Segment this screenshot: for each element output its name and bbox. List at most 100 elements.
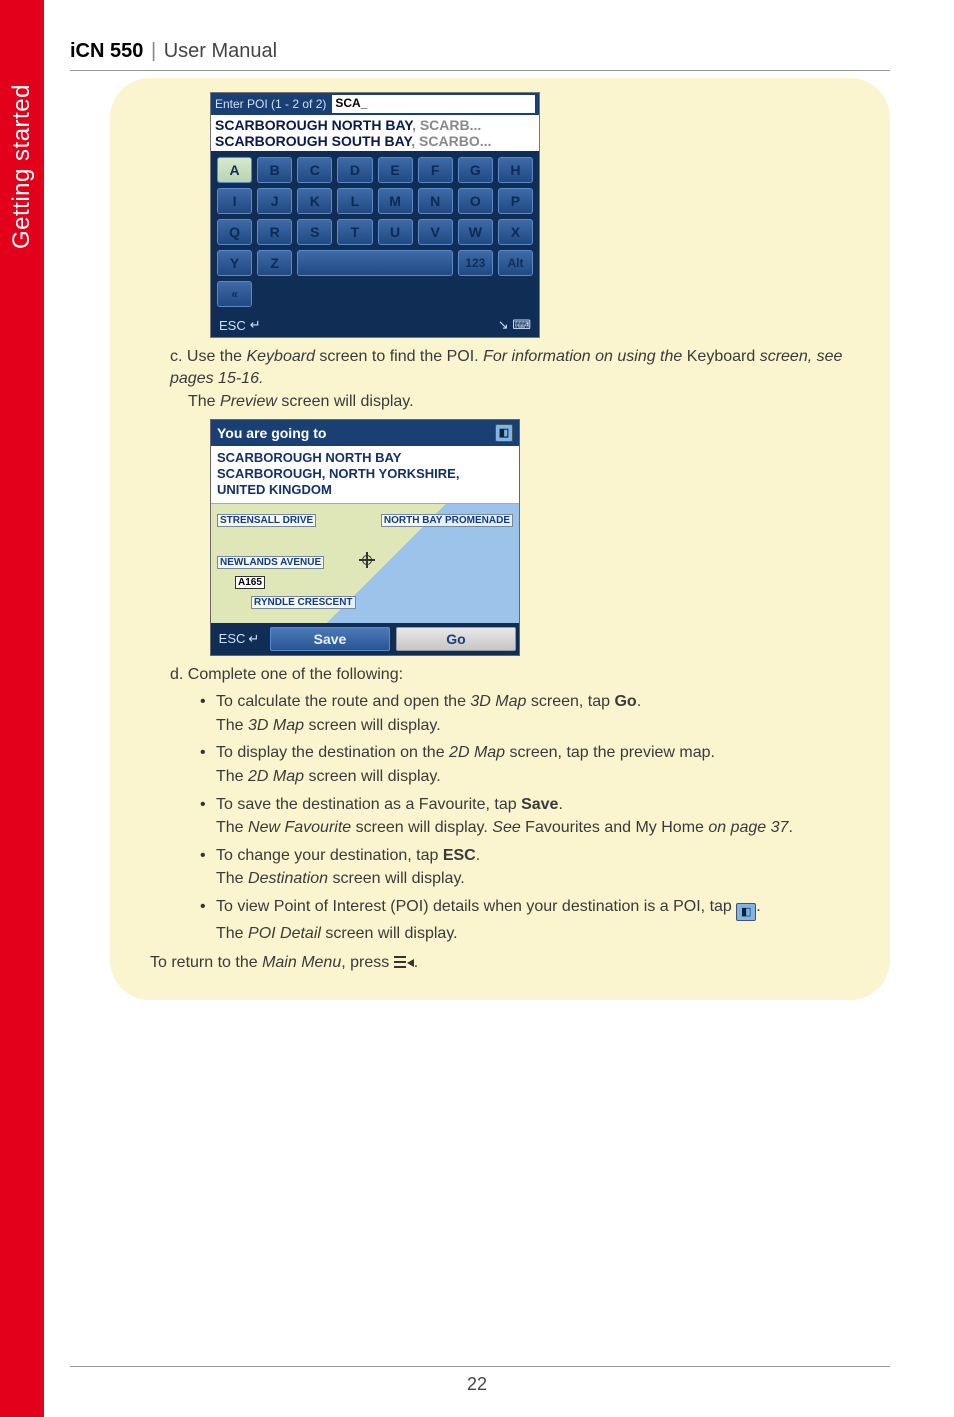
pv-esc-label: ESC: [219, 631, 246, 646]
txt: 3D Map: [248, 717, 304, 734]
footer-rule: [70, 1366, 890, 1367]
txt: New Favourite: [248, 819, 351, 836]
kb-key-o[interactable]: O: [458, 188, 493, 214]
kb-esc-label: ESC: [219, 318, 246, 333]
txt: .: [558, 796, 562, 813]
step-c-t2: screen to find the POI.: [315, 348, 483, 365]
kb-key-f[interactable]: F: [418, 157, 453, 183]
kb-result-main: SCARBOROUGH NORTH BAY: [215, 117, 412, 133]
step-c-t1: Use the: [187, 348, 247, 365]
pv-titlebar: You are going to ◧: [211, 420, 519, 446]
txt: To calculate the route and open the: [216, 693, 470, 710]
txt: The: [216, 870, 248, 887]
kb-key-l[interactable]: L: [337, 188, 372, 214]
option-go: To calculate the route and open the 3D M…: [200, 691, 870, 736]
txt: .: [414, 954, 418, 971]
txt: screen will display.: [321, 925, 458, 942]
txt: Save: [521, 796, 558, 813]
txt: 2D Map: [449, 744, 505, 761]
road-label: RYNDLE CRESCENT: [251, 596, 356, 609]
poi-detail-icon[interactable]: ◧: [736, 903, 756, 921]
kb-esc[interactable]: ESC ↵: [219, 317, 261, 333]
kb-key-v[interactable]: V: [418, 219, 453, 245]
step-c-label: c.: [170, 348, 187, 365]
kb-key-d[interactable]: D: [337, 157, 372, 183]
pv-map[interactable]: STRENSALL DRIVE NORTH BAY PROMENADE NEWL…: [211, 503, 519, 623]
return-line: To return to the Main Menu, press .: [150, 954, 870, 972]
txt: POI Detail: [248, 925, 321, 942]
header-rule: [70, 70, 890, 71]
kb-key-p[interactable]: P: [498, 188, 533, 214]
kb-key-y[interactable]: Y: [217, 250, 252, 276]
kb-result-row[interactable]: SCARBOROUGH NORTH BAY, SCARB...: [215, 117, 535, 133]
step-c-after-preview: Preview: [220, 393, 277, 410]
kb-key-m[interactable]: M: [378, 188, 413, 214]
kb-key-t[interactable]: T: [337, 219, 372, 245]
kb-title: Enter POI (1 - 2 of 2): [215, 97, 332, 111]
kb-key-backspace[interactable]: «: [217, 281, 252, 307]
kb-result-tail: , SCARB...: [412, 117, 481, 133]
page-number: 22: [0, 1374, 954, 1395]
txt: .: [637, 693, 641, 710]
kb-key-e[interactable]: E: [378, 157, 413, 183]
kb-key-grid: A B C D E F G H I J K L M N O P Q R S T …: [211, 151, 539, 313]
option-esc: To change your destination, tap ESC. The…: [200, 845, 870, 890]
kb-key-k[interactable]: K: [297, 188, 332, 214]
kb-key-c[interactable]: C: [297, 157, 332, 183]
pv-addr-line1: SCARBOROUGH NORTH BAY: [217, 450, 513, 466]
kb-key-x[interactable]: X: [498, 219, 533, 245]
main-menu-icon[interactable]: [394, 955, 414, 969]
kb-result-tail: , SCARBO...: [411, 133, 491, 149]
kb-key-s[interactable]: S: [297, 219, 332, 245]
pv-title: You are going to: [217, 425, 326, 441]
options-list: To calculate the route and open the 3D M…: [200, 691, 870, 944]
step-d-text: Complete one of the following:: [188, 666, 403, 683]
step-c-after1: The: [188, 393, 220, 410]
manual-title: User Manual: [164, 40, 277, 62]
txt: screen will display.: [328, 870, 465, 887]
txt: 3D Map: [470, 693, 526, 710]
kb-titlebar: Enter POI (1 - 2 of 2) SCA_: [211, 93, 539, 115]
enter-icon: ↵: [248, 631, 259, 647]
kb-key-i[interactable]: I: [217, 188, 252, 214]
step-c-info-kbd: Keyboard: [687, 348, 756, 365]
save-button[interactable]: Save: [270, 627, 390, 651]
txt: The: [216, 925, 248, 942]
kb-key-u[interactable]: U: [378, 219, 413, 245]
kb-key-123[interactable]: 123: [458, 250, 493, 276]
option-save: To save the destination as a Favourite, …: [200, 794, 870, 839]
road-label: STRENSALL DRIVE: [217, 514, 316, 527]
kb-key-b[interactable]: B: [257, 157, 292, 183]
kb-foot-right[interactable]: ↘ ⌨: [498, 317, 531, 333]
pv-esc[interactable]: ESC ↵: [211, 623, 267, 655]
preview-screenshot: You are going to ◧ SCARBOROUGH NORTH BAY…: [210, 419, 520, 656]
kb-key-r[interactable]: R: [257, 219, 292, 245]
pv-button-bar: ESC ↵ Save Go: [211, 623, 519, 655]
header-separator: |: [151, 40, 162, 62]
step-d: d. Complete one of the following:: [170, 664, 870, 686]
kb-input-field[interactable]: SCA_: [332, 95, 535, 113]
kb-key-h[interactable]: H: [498, 157, 533, 183]
txt: screen will display.: [351, 819, 492, 836]
kb-key-alt[interactable]: Alt: [498, 250, 533, 276]
poi-detail-icon[interactable]: ◧: [495, 424, 513, 442]
kb-key-q[interactable]: Q: [217, 219, 252, 245]
kb-results[interactable]: SCARBOROUGH NORTH BAY, SCARB... SCARBORO…: [211, 115, 539, 151]
road-label: NEWLANDS AVENUE: [217, 556, 324, 569]
txt: To change your destination, tap: [216, 847, 443, 864]
page-header: iCN 550 | User Manual: [70, 40, 277, 63]
txt: screen, tap: [526, 693, 614, 710]
kb-key-j[interactable]: J: [257, 188, 292, 214]
option-preview-map: To display the destination on the 2D Map…: [200, 742, 870, 787]
enter-icon: ↵: [250, 317, 261, 333]
go-button[interactable]: Go: [396, 627, 516, 651]
kb-key-n[interactable]: N: [418, 188, 453, 214]
kb-key-w[interactable]: W: [458, 219, 493, 245]
txt: To save the destination as a Favourite, …: [216, 796, 521, 813]
txt: .: [476, 847, 480, 864]
kb-result-row[interactable]: SCARBOROUGH SOUTH BAY, SCARBO...: [215, 133, 535, 149]
kb-key-a[interactable]: A: [217, 157, 252, 183]
kb-key-space[interactable]: [297, 250, 453, 276]
kb-key-z[interactable]: Z: [257, 250, 292, 276]
kb-key-g[interactable]: G: [458, 157, 493, 183]
